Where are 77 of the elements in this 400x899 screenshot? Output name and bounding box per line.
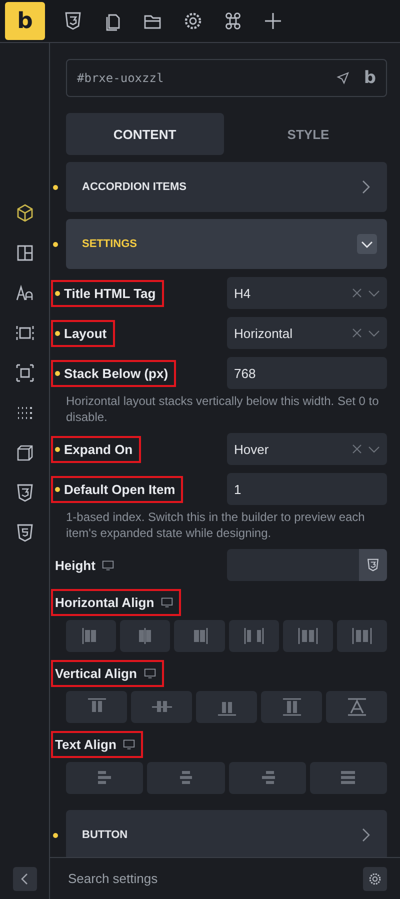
- cursor-icon[interactable]: [336, 71, 350, 85]
- select-value: Hover: [234, 442, 270, 456]
- align-button[interactable]: [310, 762, 387, 794]
- font-icon[interactable]: [14, 283, 34, 303]
- select-value: Horizontal: [234, 326, 294, 340]
- field-label: Stack Below (px): [51, 360, 176, 386]
- group-title: SETTINGS: [82, 238, 138, 250]
- tab[interactable]: CONTENT: [66, 113, 224, 155]
- align-button[interactable]: [261, 691, 322, 723]
- box-icon[interactable]: [14, 203, 34, 223]
- settings-icon[interactable]: [183, 11, 203, 31]
- element-id-text: #brxe-uoxzzl: [77, 71, 165, 85]
- css-icon[interactable]: [14, 483, 34, 503]
- layout-icon[interactable]: [14, 243, 34, 263]
- input-field[interactable]: [227, 549, 387, 581]
- input-field[interactable]: 768: [227, 357, 387, 389]
- chevron-right-icon: [361, 180, 371, 194]
- select-value: H4: [234, 286, 252, 300]
- align-button[interactable]: [120, 620, 170, 652]
- align-button[interactable]: [174, 620, 225, 652]
- group-header[interactable]: SETTINGS: [66, 219, 387, 269]
- element-id-field[interactable]: #brxe-uoxzzl b: [66, 59, 387, 97]
- css-icon[interactable]: [366, 558, 380, 572]
- group-title: ACCORDION ITEMS: [82, 181, 186, 193]
- align-button[interactable]: [131, 691, 192, 723]
- help-text: Horizontal layout stacks vertically below this width. Set 0 to disable.: [66, 393, 380, 425]
- clear-icon[interactable]: [352, 444, 362, 454]
- align-button[interactable]: [66, 762, 144, 794]
- chevron-down-icon: [357, 234, 377, 254]
- align-button[interactable]: [228, 762, 306, 794]
- chevron-right-icon: [361, 828, 371, 842]
- logo-text[interactable]: b: [364, 68, 376, 88]
- cube-icon[interactable]: [14, 443, 34, 463]
- field-label: Horizontal Align: [51, 589, 182, 616]
- clear-icon[interactable]: [352, 288, 362, 298]
- settings-icon: [368, 872, 382, 886]
- logo-button[interactable]: b: [5, 2, 45, 40]
- chevron-down-icon: [368, 288, 380, 298]
- help-text: 1-based index. Switch this in the builder to preview each item's expanded state while designing.: [66, 509, 366, 541]
- tab[interactable]: STYLE: [230, 113, 387, 155]
- group-title: BUTTON: [82, 829, 128, 841]
- align-icon: [350, 626, 374, 646]
- settings-button[interactable]: [363, 866, 387, 890]
- align-button[interactable]: [282, 620, 333, 652]
- command-icon[interactable]: [223, 11, 243, 31]
- group-header[interactable]: ACCORDION ITEMS: [66, 162, 387, 212]
- html-icon[interactable]: [14, 523, 34, 543]
- align-button[interactable]: [326, 691, 387, 723]
- field-label: Expand On: [51, 436, 141, 462]
- align-button[interactable]: [228, 620, 279, 652]
- frame-icon[interactable]: [14, 323, 34, 343]
- field-label: Text Align: [51, 731, 144, 758]
- align-button[interactable]: [66, 620, 116, 652]
- field-label: Default Open Item: [51, 476, 184, 502]
- group-header[interactable]: BUTTON: [66, 810, 387, 857]
- align-button[interactable]: [66, 691, 127, 723]
- field-label: Height: [51, 552, 122, 578]
- add-icon[interactable]: [263, 11, 283, 31]
- align-button[interactable]: [147, 762, 224, 794]
- chevron-down-icon: [368, 444, 380, 454]
- select-field[interactable]: Hover: [227, 433, 387, 465]
- align-button[interactable]: [336, 620, 388, 652]
- search-field[interactable]: Search settings: [66, 870, 363, 887]
- align-icon: [242, 626, 266, 646]
- select-field[interactable]: H4: [227, 277, 387, 309]
- input-field[interactable]: 1: [227, 473, 387, 505]
- field-label: Title HTML Tag: [51, 280, 164, 306]
- chevron-left-icon: [18, 873, 30, 885]
- collapse-button[interactable]: [12, 867, 36, 891]
- align-icon: [296, 626, 320, 646]
- field-label: Layout: [51, 320, 115, 346]
- chevron-down-icon: [368, 328, 380, 338]
- clear-icon[interactable]: [352, 328, 362, 338]
- field-label: Vertical Align: [51, 660, 164, 687]
- css-icon[interactable]: [63, 11, 83, 31]
- align-button[interactable]: [196, 691, 257, 723]
- select-field[interactable]: Horizontal: [227, 317, 387, 349]
